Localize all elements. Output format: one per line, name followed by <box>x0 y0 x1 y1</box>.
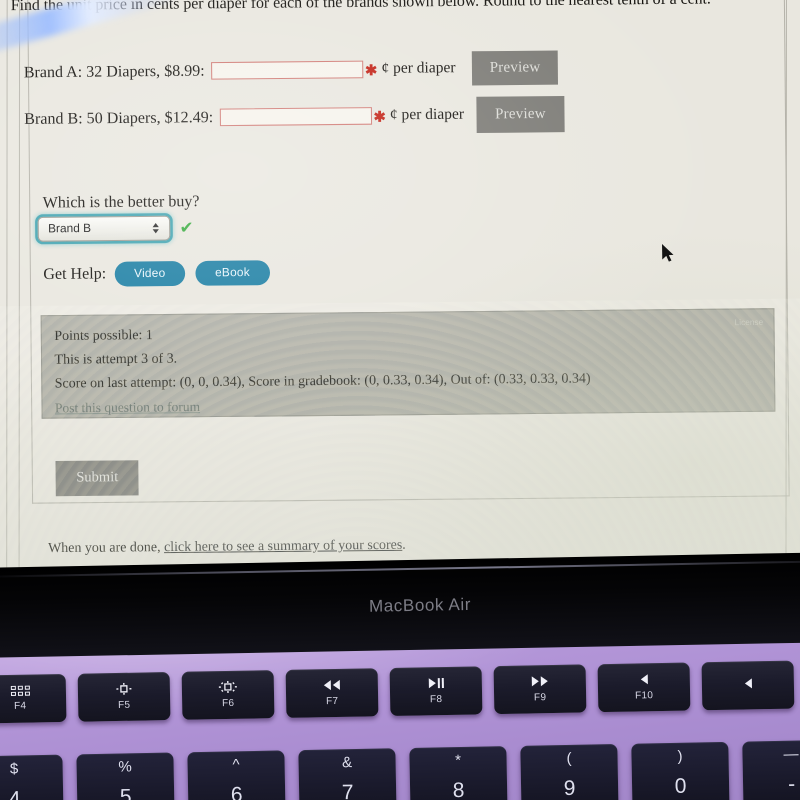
key-f4[interactable]: F4 <box>0 673 67 724</box>
key-f10-label: F10 <box>634 690 654 702</box>
get-help-label: Get Help: <box>43 264 107 284</box>
get-help-row: Get Help: Video eBook <box>43 260 280 287</box>
brand-a-label: Brand A: 32 Diapers, $8.99: <box>23 61 205 81</box>
page-left-rule-2 <box>6 0 8 591</box>
key-6[interactable]: ^ 6 <box>187 750 286 800</box>
done-prefix-text: When you are done, <box>47 538 165 556</box>
key-8-number: 8 <box>452 778 465 800</box>
post-to-forum-link[interactable]: Post this question to forum <box>55 399 200 416</box>
macbook-air-label: MacBook Air <box>368 594 472 616</box>
key-5-symbol: % <box>118 758 132 776</box>
key-f6[interactable]: F6 <box>181 670 275 720</box>
key-f5-label: F5 <box>117 699 131 711</box>
key-9-number: 9 <box>563 776 576 800</box>
brand-b-preview-button[interactable]: Preview <box>476 95 565 134</box>
better-buy-select-wrapper: Brand B ✔ <box>37 215 194 242</box>
chevron-updown-icon <box>152 223 159 234</box>
key-7-number: 7 <box>341 781 354 800</box>
better-buy-selected-value: Brand B <box>48 222 92 236</box>
key-5-number: 5 <box>119 785 132 800</box>
submit-button[interactable]: Submit <box>55 460 140 497</box>
key-f7-label: F7 <box>325 695 339 708</box>
brand-a-unit-label: ¢ per diaper <box>381 59 456 78</box>
key-minus[interactable]: — - <box>742 739 800 800</box>
laptop-bezel: MacBook Air <box>0 552 800 658</box>
key-f11[interactable] <box>701 660 795 711</box>
key-7[interactable]: & 7 <box>298 748 397 800</box>
score-summary-text: Score on last attempt: (0, 0, 0.34), Sco… <box>54 369 591 391</box>
volume-down-icon <box>744 677 752 689</box>
key-9[interactable]: ( 9 <box>520 744 619 800</box>
key-minus-symbol: — <box>783 745 799 763</box>
play-pause-icon <box>428 677 444 689</box>
brand-b-answer-input[interactable] <box>219 107 372 127</box>
mouse-cursor-icon <box>662 244 674 262</box>
key-f10[interactable]: F10 <box>597 662 691 713</box>
key-f4-label: F4 <box>13 700 27 712</box>
brand-row-b: Brand B: 50 Diapers, $12.49: ✱ ¢ per dia… <box>24 95 565 137</box>
photo-of-laptop: Find the unit price in cents per diaper … <box>0 0 800 800</box>
key-0-symbol: ) <box>677 747 683 765</box>
help-video-button[interactable]: Video <box>114 261 186 287</box>
license-link[interactable]: License <box>735 318 764 328</box>
done-suffix-text: . <box>402 536 406 552</box>
fast-forward-icon <box>531 675 548 687</box>
brand-a-required-icon: ✱ <box>365 61 378 78</box>
key-minus-number: - <box>787 772 796 796</box>
key-4-number: 4 <box>8 787 21 800</box>
mute-icon <box>640 673 648 685</box>
page-left-rule-3 <box>18 0 21 591</box>
key-f8-label: F8 <box>429 694 443 706</box>
key-7-symbol: & <box>341 754 353 772</box>
correct-check-icon: ✔ <box>179 217 194 238</box>
key-9-symbol: ( <box>566 749 572 767</box>
scores-summary-link[interactable]: click here to see a summary of your scor… <box>164 536 402 554</box>
key-4[interactable]: $ 4 <box>0 754 64 800</box>
brand-b-required-icon: ✱ <box>373 107 386 125</box>
brightness-down-icon <box>116 682 132 695</box>
launchpad-icon <box>10 685 30 696</box>
laptop-screen-content: Find the unit price in cents per diaper … <box>0 0 800 591</box>
help-ebook-button[interactable]: eBook <box>195 260 270 286</box>
brand-b-unit-label: ¢ per diaper <box>389 106 465 124</box>
key-8[interactable]: * 8 <box>409 746 508 800</box>
key-4-symbol: $ <box>9 760 19 778</box>
key-f7[interactable]: F7 <box>285 668 379 718</box>
better-buy-question: Which is the better buy? <box>42 192 200 212</box>
key-f9-label: F9 <box>533 692 547 704</box>
scores-summary-line: When you are done, click here to see a s… <box>48 536 406 556</box>
key-f6-label: F6 <box>221 697 235 710</box>
attempt-count-text: This is attempt 3 of 3. <box>54 350 178 367</box>
rewind-icon <box>323 679 340 691</box>
brand-b-label: Brand B: 50 Diapers, $12.49: <box>24 108 214 128</box>
brand-row-a: Brand A: 32 Diapers, $8.99: ✱ ¢ per diap… <box>23 50 559 89</box>
key-8-symbol: * <box>454 752 462 770</box>
brightness-up-icon <box>218 680 237 693</box>
attempt-info-panel: Points possible: 1 This is attempt 3 of … <box>40 308 776 419</box>
key-0-number: 0 <box>674 774 687 798</box>
key-f8[interactable]: F8 <box>389 666 483 716</box>
better-buy-select[interactable]: Brand B <box>37 215 171 242</box>
points-possible-text: Points possible: 1 <box>54 326 153 344</box>
brand-a-answer-input[interactable] <box>210 60 364 80</box>
key-5[interactable]: % 5 <box>76 752 175 800</box>
key-0[interactable]: ) 0 <box>631 741 730 800</box>
key-f9[interactable]: F9 <box>493 664 587 715</box>
brand-a-preview-button[interactable]: Preview <box>471 50 559 86</box>
key-6-symbol: ^ <box>232 756 240 774</box>
key-6-number: 6 <box>230 783 243 800</box>
key-f5[interactable]: F5 <box>77 672 171 722</box>
